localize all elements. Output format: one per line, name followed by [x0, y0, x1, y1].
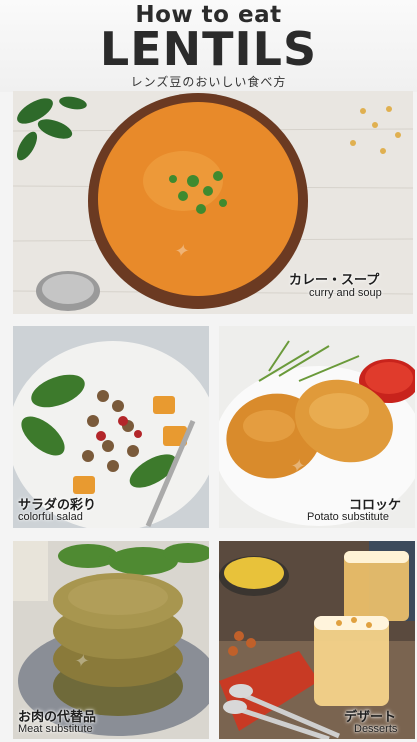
croquette-panel: ✦ コロッケ Potato substitute — [219, 326, 415, 528]
dessert-panel: デザート Desserts — [219, 541, 415, 739]
subtitle: レンズ豆のおいしい食べ方 — [130, 75, 287, 89]
watermark: ✦ — [73, 651, 89, 672]
header: How to eat LENTILS レンズ豆のおいしい食べ方 — [0, 0, 417, 92]
burger-caption-en: Meat substitute — [18, 723, 93, 735]
salad-panel: サラダの彩り colorful salad — [13, 326, 209, 528]
salad-caption-en: colorful salad — [18, 511, 83, 523]
soup-panel: ✦ カレー・スープ curry and soup — [13, 91, 413, 314]
croquette-caption-en: Potato substitute — [307, 511, 389, 523]
burger-panel: ✦ お肉の代替品 Meat substitute — [13, 541, 209, 739]
soup-caption-en: curry and soup — [309, 287, 382, 299]
soup-caption-jp: カレー・スープ — [289, 272, 380, 287]
title-main: LENTILS — [99, 22, 318, 76]
watermark: ✦ — [289, 456, 305, 477]
watermark: ✦ — [173, 241, 189, 262]
dessert-caption-en: Desserts — [354, 723, 398, 735]
